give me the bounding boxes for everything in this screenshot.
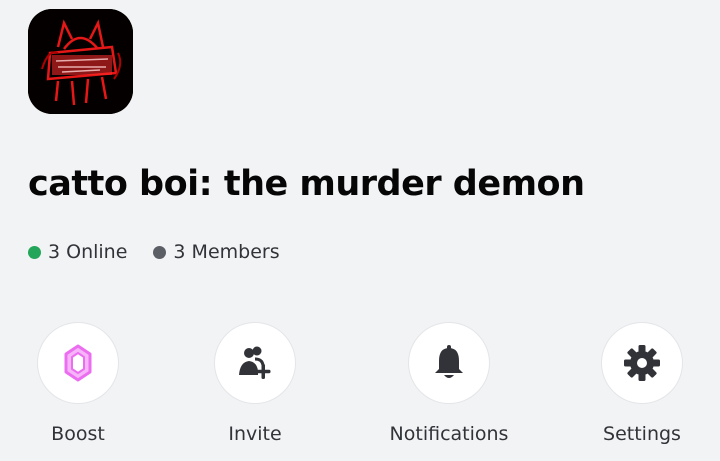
server-name: catto boi: the murder demon <box>28 164 585 204</box>
server-stats: 3 Online 3 Members <box>28 241 306 263</box>
online-status-dot <box>28 245 41 259</box>
boost-button[interactable]: Boost <box>3 322 153 445</box>
invite-label: Invite <box>228 423 282 445</box>
invite-button[interactable]: Invite <box>180 322 330 445</box>
notifications-button[interactable]: Notifications <box>374 322 524 445</box>
member-count-label: 3 Members <box>173 241 280 263</box>
bell-icon <box>435 345 463 378</box>
settings-button-circle[interactable] <box>601 322 683 404</box>
members-status-dot <box>153 245 167 259</box>
invite-user-plus-icon <box>239 346 271 379</box>
member-count: 3 Members <box>153 241 280 263</box>
boost-gem-icon <box>64 344 92 382</box>
notifications-button-circle[interactable] <box>408 322 490 404</box>
invite-button-circle[interactable] <box>214 322 296 404</box>
notifications-label: Notifications <box>389 423 509 445</box>
boost-button-circle[interactable] <box>37 322 119 404</box>
boost-label: Boost <box>51 423 105 445</box>
server-avatar-image <box>28 9 133 114</box>
settings-button[interactable]: Settings <box>567 322 717 445</box>
online-count-label: 3 Online <box>48 241 128 263</box>
online-count: 3 Online <box>28 241 127 263</box>
server-icon[interactable] <box>28 9 133 114</box>
settings-label: Settings <box>603 423 681 445</box>
gear-icon <box>624 345 660 381</box>
